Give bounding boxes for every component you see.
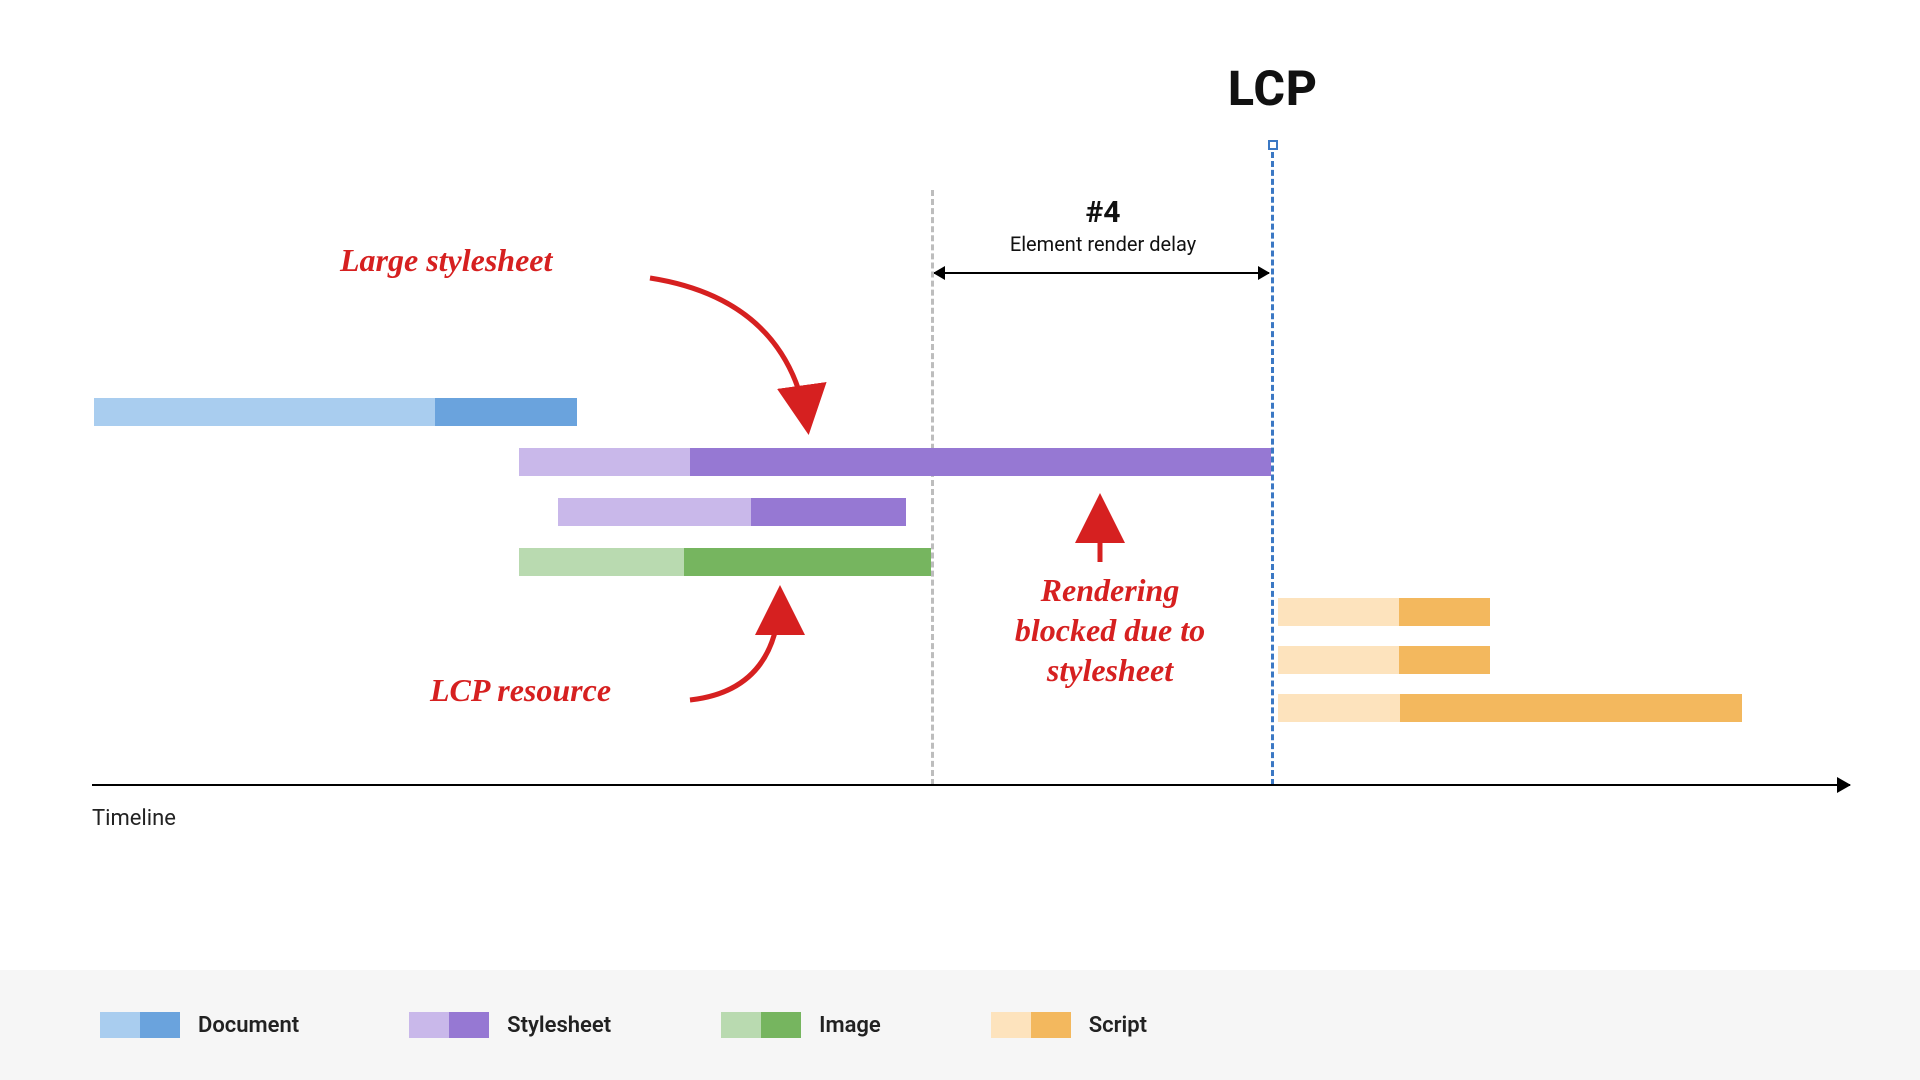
legend-swatch-script [991,1012,1071,1038]
timeline-axis [92,784,1850,786]
legend-item-script: Script [991,1012,1147,1038]
bar-document [94,398,577,426]
legend: Document Stylesheet Image Script [0,970,1920,1080]
legend-swatch-image [721,1012,801,1038]
bar-stylesheet-large [519,448,1271,476]
bar-image-lcp [519,548,931,576]
annotation-arrows-overlay [0,0,1920,1080]
timeline-axis-label: Timeline [92,806,176,831]
segment-range-arrow-icon [934,272,1269,274]
legend-item-stylesheet: Stylesheet [409,1012,611,1038]
legend-swatch-document [100,1012,180,1038]
bar-script-3 [1278,694,1742,722]
legend-item-image: Image [721,1012,881,1038]
annotation-blocked: Rendering blocked due to stylesheet [980,570,1240,690]
guide-lcp-line [1271,152,1274,785]
legend-label: Document [198,1013,299,1038]
segment-text: Element render delay [1010,232,1196,256]
bar-stylesheet-small [558,498,906,526]
legend-swatch-stylesheet [409,1012,489,1038]
legend-label: Script [1089,1013,1147,1038]
legend-item-document: Document [100,1012,299,1038]
legend-label: Image [819,1013,881,1038]
diagram-canvas: LCP #4 Element render delay [0,0,1920,1080]
lcp-title: LCP [1228,60,1318,117]
bar-script-1 [1278,598,1490,626]
segment-number: #4 [1010,195,1196,230]
segment-label: #4 Element render delay [1010,195,1196,256]
legend-label: Stylesheet [507,1013,611,1038]
lcp-marker-icon [1268,140,1278,150]
guide-gap-start [931,190,934,785]
annotation-lcp-resource: LCP resource [430,670,611,710]
annotation-large-stylesheet: Large stylesheet [340,240,552,280]
bar-script-2 [1278,646,1490,674]
